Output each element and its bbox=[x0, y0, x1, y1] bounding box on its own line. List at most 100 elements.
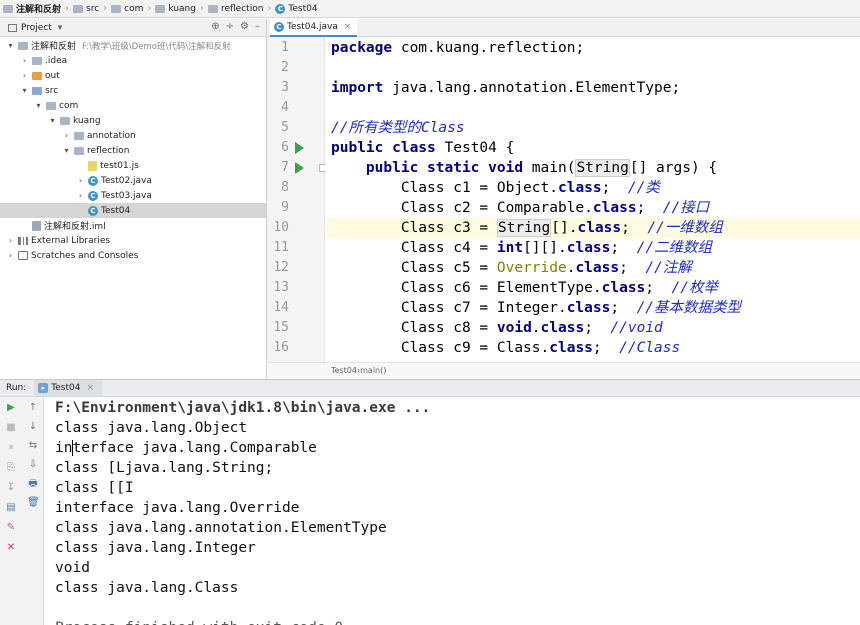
expand-arrow-icon[interactable]: › bbox=[6, 251, 15, 260]
tree-item[interactable]: › External Libraries bbox=[0, 233, 266, 248]
code-token: Class c3 = bbox=[331, 220, 497, 236]
code-line[interactable]: Class c8 = void.class; //void bbox=[326, 318, 860, 338]
tree-item[interactable]: ▾ reflection bbox=[0, 143, 266, 158]
close-icon[interactable]: ✕ bbox=[5, 542, 17, 554]
tree-item[interactable]: › annotation bbox=[0, 128, 266, 143]
code-line[interactable]: Class c1 = Object.class; //类 bbox=[326, 178, 860, 198]
hide-icon[interactable]: – bbox=[255, 21, 260, 32]
expand-arrow-icon[interactable]: ▾ bbox=[48, 116, 57, 125]
tree-item[interactable]: ▾ kuang bbox=[0, 113, 266, 128]
tree-item[interactable]: 注解和反射.iml bbox=[0, 218, 266, 233]
code-line[interactable]: Class c3 = String[].class; //一维数组 bbox=[326, 218, 860, 238]
breadcrumb-item[interactable]: 注解和反射 bbox=[3, 2, 61, 15]
clear-icon[interactable]: 🗑 bbox=[27, 497, 40, 509]
expand-arrow-icon[interactable]: › bbox=[20, 71, 29, 80]
expand-arrow-icon[interactable]: ▾ bbox=[20, 86, 29, 95]
tree-item[interactable]: ▾ src bbox=[0, 83, 266, 98]
console-line: interface java.lang.Comparable bbox=[55, 440, 317, 456]
run-gutter-icon[interactable] bbox=[295, 162, 304, 174]
code-line[interactable]: Class c5 = Override.class; //注解 bbox=[326, 258, 860, 278]
print-icon[interactable]: 🖶 bbox=[27, 478, 39, 490]
up-icon[interactable]: ↑ bbox=[27, 402, 39, 414]
tree-item[interactable]: › .idea bbox=[0, 53, 266, 68]
code-line[interactable]: import java.lang.annotation.ElementType; bbox=[326, 78, 860, 98]
console-output[interactable]: F:\Environment\java\jdk1.8\bin\java.exe … bbox=[45, 397, 860, 625]
breadcrumb-separator-icon: › bbox=[147, 3, 152, 14]
code-line[interactable]: public static void main(String[] args) { bbox=[326, 158, 860, 178]
project-view-dropdown-icon[interactable]: ▾ bbox=[58, 23, 63, 33]
expand-arrow-icon[interactable]: › bbox=[76, 176, 85, 185]
run-tab-test04[interactable]: ▸ Test04 × bbox=[34, 380, 103, 396]
tree-item[interactable]: › C Test03.java bbox=[0, 188, 266, 203]
project-tree: ▾ 注解和反射 F:\教学\班级\Demo班\代码\注解和反射 › .idea › out ▾… bbox=[0, 37, 266, 378]
pause-icon[interactable]: ⏸ bbox=[5, 442, 17, 454]
dump-icon[interactable]: ⎘ bbox=[5, 462, 17, 474]
breadcrumb-item[interactable]: src bbox=[73, 4, 99, 14]
tree-item[interactable]: › C Test02.java bbox=[0, 173, 266, 188]
code-editor[interactable]: package com.kuang.reflection; import java… bbox=[326, 37, 860, 362]
expand-arrow-icon[interactable]: › bbox=[20, 56, 29, 65]
code-line[interactable] bbox=[326, 98, 860, 118]
editor-gutter[interactable]: 1 2 3 4 5 6 7 8 9 10 11 12 13 14 15 16 bbox=[267, 37, 327, 362]
line-number: 16 bbox=[273, 340, 289, 355]
code-line[interactable]: Class c7 = Integer.class; //基本数据类型 bbox=[326, 298, 860, 318]
expand-arrow-icon[interactable]: › bbox=[6, 236, 15, 245]
code-line[interactable]: Class c6 = ElementType.class; //枚举 bbox=[326, 278, 860, 298]
package-icon bbox=[74, 131, 84, 140]
folder-icon bbox=[32, 56, 42, 65]
expand-arrow-icon[interactable]: ▾ bbox=[62, 146, 71, 155]
collapse-icon[interactable]: ÷ bbox=[226, 21, 234, 32]
scroll-to-end-icon[interactable]: ⇩ bbox=[27, 459, 39, 471]
expand-arrow-icon[interactable]: ▾ bbox=[34, 101, 43, 110]
project-path: F:\教学\班级\Demo班\代码\注解和反射 bbox=[82, 41, 231, 52]
code-line[interactable] bbox=[326, 58, 860, 78]
line-number: 1 bbox=[281, 40, 289, 55]
text-caret bbox=[72, 440, 73, 456]
restore-icon[interactable]: ↧ bbox=[5, 482, 17, 494]
layout-icon[interactable]: ▤ bbox=[5, 502, 17, 514]
code-keyword: class bbox=[540, 320, 585, 336]
stop-icon[interactable]: ■ bbox=[5, 422, 17, 434]
soft-wrap-icon[interactable]: ⇆ bbox=[27, 440, 39, 452]
structure-crumb[interactable]: main() bbox=[360, 366, 386, 375]
code-line[interactable]: //所有类型的Class bbox=[326, 118, 860, 138]
expand-arrow-icon[interactable]: › bbox=[62, 131, 71, 140]
close-tab-icon[interactable]: × bbox=[344, 22, 352, 32]
expand-arrow-icon[interactable]: › bbox=[76, 191, 85, 200]
down-icon[interactable]: ↓ bbox=[27, 421, 39, 433]
code-line[interactable]: Class c9 = Class.class; //Class bbox=[326, 338, 860, 358]
rerun-icon[interactable]: ▶ bbox=[5, 402, 17, 414]
code-line[interactable]: package com.kuang.reflection; bbox=[326, 38, 860, 58]
breadcrumb-item[interactable]: reflection bbox=[207, 4, 263, 14]
code-token: ; bbox=[601, 180, 628, 196]
tree-item[interactable]: › Scratches and Consoles bbox=[0, 248, 266, 263]
breadcrumb-item[interactable]: C Test04 bbox=[275, 3, 318, 14]
run-gutter-icon[interactable] bbox=[295, 142, 304, 154]
folder-blue-icon bbox=[32, 86, 42, 95]
structure-crumb[interactable]: Test04 bbox=[331, 366, 357, 375]
tree-item[interactable]: › out bbox=[0, 68, 266, 83]
project-panel-tools: ⊕ ÷ ⚙ – bbox=[211, 21, 260, 32]
code-token: ; bbox=[610, 300, 637, 316]
code-keyword: class bbox=[592, 200, 637, 216]
tree-item[interactable]: C Test04 bbox=[0, 203, 266, 218]
editor-tab-test04[interactable]: C Test04.java × bbox=[270, 19, 358, 37]
code-line[interactable]: Class c4 = int[][].class; //二维数组 bbox=[326, 238, 860, 258]
scratch-icon bbox=[18, 251, 28, 260]
tree-item[interactable]: test01.js bbox=[0, 158, 266, 173]
close-run-tab-icon[interactable]: × bbox=[86, 383, 94, 393]
project-panel-title[interactable]: Project bbox=[21, 23, 52, 33]
code-line[interactable]: public class Test04 { bbox=[326, 138, 860, 158]
settings-icon[interactable]: ⚙ bbox=[240, 21, 249, 32]
tree-item[interactable]: ▾ 注解和反射 F:\教学\班级\Demo班\代码\注解和反射 bbox=[0, 38, 266, 53]
code-token: ; bbox=[592, 340, 620, 356]
pin-icon[interactable]: ✎ bbox=[5, 522, 17, 534]
breadcrumb-item[interactable]: kuang bbox=[155, 4, 196, 14]
project-panel-header[interactable]: Project ▾ ⊕ ÷ ⚙ – bbox=[0, 19, 266, 37]
locate-icon[interactable]: ⊕ bbox=[211, 21, 219, 32]
code-line[interactable]: Class c2 = Comparable.class; //接口 bbox=[326, 198, 860, 218]
expand-arrow-icon[interactable]: ▾ bbox=[6, 41, 15, 50]
library-icon bbox=[18, 236, 28, 245]
breadcrumb-item[interactable]: com bbox=[111, 4, 143, 14]
tree-item[interactable]: ▾ com bbox=[0, 98, 266, 113]
